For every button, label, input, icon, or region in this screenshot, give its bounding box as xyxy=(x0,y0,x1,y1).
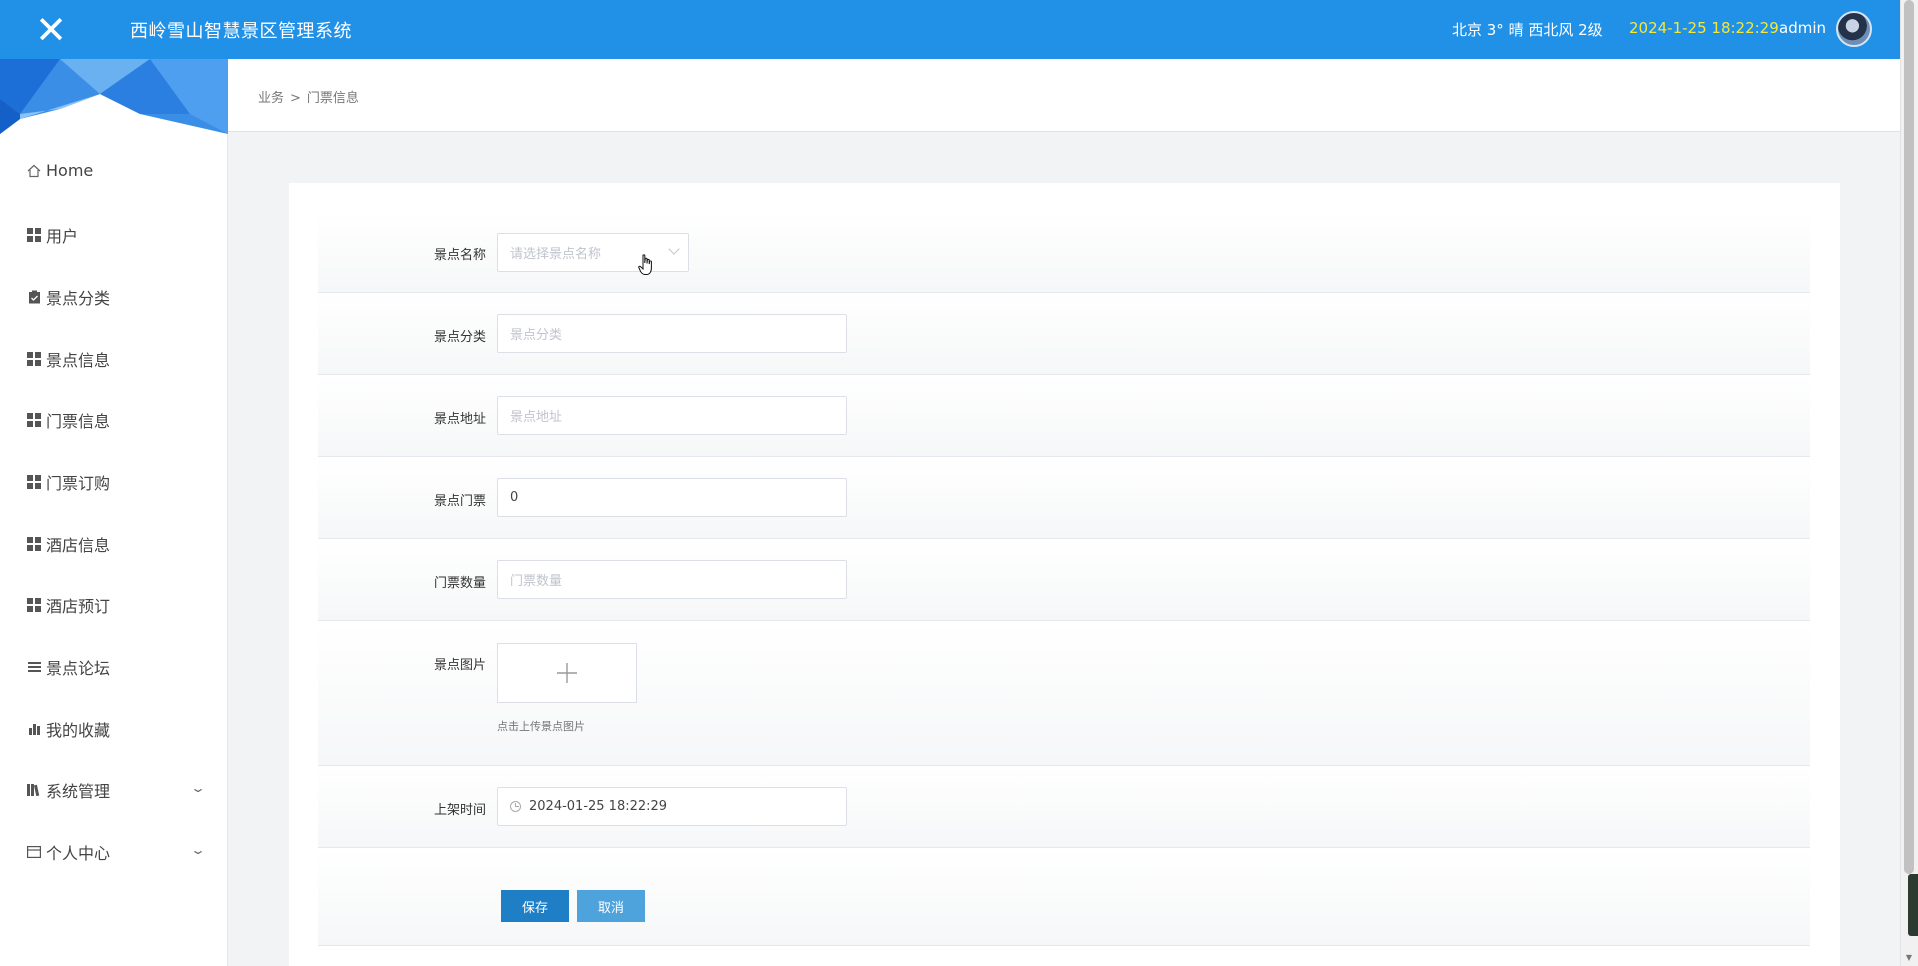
scenic-name-placeholder: 请选择景点名称 xyxy=(510,247,602,262)
sidebar-banner-image xyxy=(0,59,228,134)
avatar[interactable] xyxy=(1836,11,1872,47)
form-row-ticket-quantity: 门票数量 门票数量 xyxy=(318,539,1810,621)
sidebar-item-label: 用户 xyxy=(46,227,79,246)
sidebar-item-label: Home xyxy=(46,161,94,180)
sidebar-item-label: 酒店信息 xyxy=(46,536,111,555)
top-header: ✕ 西岭雪山智慧景区管理系统 北京 3° 晴 西北风 2级 2024-1-25 … xyxy=(0,0,1900,59)
form-row-actions: 保存 取消 xyxy=(318,848,1810,946)
scenic-name-select[interactable]: 请选择景点名称 xyxy=(497,233,689,272)
breadcrumb-parent[interactable]: 业务 xyxy=(258,91,284,106)
scenic-category-label: 景点分类 xyxy=(433,330,486,345)
sidebar-item-personal-center[interactable]: 个人中心 xyxy=(26,840,110,864)
sidebar-item-label: 系统管理 xyxy=(46,782,111,801)
scenic-address-input[interactable]: 景点地址 xyxy=(497,396,847,435)
sidebar-item-label: 景点分类 xyxy=(46,289,111,308)
ticket-quantity-label: 门票数量 xyxy=(433,576,486,591)
header-datetime: 2024-1-25 18:22:29 xyxy=(1629,19,1779,37)
bar-chart-icon xyxy=(26,721,42,737)
scenic-category-input[interactable]: 景点分类 xyxy=(497,314,847,353)
scenic-address-placeholder: 景点地址 xyxy=(510,410,563,425)
sidebar-item-label: 我的收藏 xyxy=(46,721,111,740)
sidebar-item-forum[interactable]: 景点论坛 xyxy=(26,655,110,679)
sidebar-item-hotel-info[interactable]: 酒店信息 xyxy=(26,532,110,556)
sidebar-item-scenic-info[interactable]: 景点信息 xyxy=(26,347,110,371)
grid-icon xyxy=(26,351,42,367)
form-row-ticket-price: 景点门票 0 xyxy=(318,457,1810,539)
sidebar-item-ticket-info[interactable]: 门票信息 xyxy=(26,408,110,432)
grid-icon xyxy=(26,474,42,490)
sidebar-item-label: 门票信息 xyxy=(46,412,111,431)
upload-tip: 点击上传景点图片 xyxy=(497,720,585,733)
chevron-down-icon[interactable]: ⌄ xyxy=(190,843,206,857)
ticket-price-label: 景点门票 xyxy=(433,494,486,509)
ticket-form-card: 景点名称 请选择景点名称 景点分类 景点分类 景点地址 景点地址 景点门票 0 … xyxy=(289,183,1840,966)
ticket-quantity-placeholder: 门票数量 xyxy=(510,574,563,589)
image-upload-button[interactable] xyxy=(497,643,637,703)
listing-time-picker[interactable]: 2024-01-25 18:22:29 xyxy=(497,787,847,826)
app-title: 西岭雪山智慧景区管理系统 xyxy=(130,21,352,42)
chevron-down-icon[interactable]: ⌄ xyxy=(190,781,206,795)
sidebar-item-ticket-order[interactable]: 门票订购 xyxy=(26,470,110,494)
grid-icon xyxy=(26,597,42,613)
breadcrumb-current: 门票信息 xyxy=(306,91,359,106)
username[interactable]: admin xyxy=(1779,19,1826,37)
form-row-scenic-image: 景点图片 点击上传景点图片 xyxy=(318,621,1810,766)
form-row-listing-time: 上架时间 2024-01-25 18:22:29 xyxy=(318,766,1810,848)
ticket-price-input[interactable]: 0 xyxy=(497,478,847,517)
scenic-name-label: 景点名称 xyxy=(433,248,486,263)
close-sidebar-button[interactable]: ✕ xyxy=(12,0,90,59)
window-icon xyxy=(26,844,42,860)
grid-icon xyxy=(26,227,42,243)
sidebar-item-label: 门票订购 xyxy=(46,474,111,493)
sidebar-item-users[interactable]: 用户 xyxy=(26,223,78,247)
sidebar-item-home[interactable]: Home xyxy=(26,161,93,180)
breadcrumb-bar: 业务 > 门票信息 xyxy=(228,59,1900,132)
scrollbar-thumb[interactable] xyxy=(1904,0,1914,874)
listing-time-label: 上架时间 xyxy=(433,803,486,818)
chevron-down-icon xyxy=(668,243,680,255)
ticket-price-value: 0 xyxy=(510,490,519,505)
grid-icon xyxy=(26,536,42,552)
list-icon xyxy=(26,659,42,675)
clock-icon xyxy=(510,801,521,812)
weather-info: 北京 3° 晴 西北风 2级 xyxy=(1452,21,1603,39)
save-button[interactable]: 保存 xyxy=(501,890,569,922)
sidebar-item-label: 酒店预订 xyxy=(46,597,111,616)
ticket-quantity-input[interactable]: 门票数量 xyxy=(497,560,847,599)
mouse-cursor-icon xyxy=(638,254,654,282)
form-row-scenic-name: 景点名称 请选择景点名称 xyxy=(318,211,1810,293)
sidebar-item-hotel-booking[interactable]: 酒店预订 xyxy=(26,593,110,617)
breadcrumb: 业务 > 门票信息 xyxy=(258,87,359,106)
cancel-button[interactable]: 取消 xyxy=(577,890,645,922)
form-row-scenic-address: 景点地址 景点地址 xyxy=(318,375,1810,457)
form-row-scenic-category: 景点分类 景点分类 xyxy=(318,293,1810,375)
home-icon xyxy=(26,163,42,179)
sidebar: Home 用户 景点分类 景点信息 门票信息 门票订购 酒店信息 酒店预订 景点… xyxy=(0,59,228,966)
breadcrumb-separator: > xyxy=(290,91,301,106)
sidebar-item-favorites[interactable]: 我的收藏 xyxy=(26,717,110,741)
listing-time-value: 2024-01-25 18:22:29 xyxy=(529,799,668,814)
scenic-category-placeholder: 景点分类 xyxy=(510,328,563,343)
scroll-down-arrow[interactable]: ▼ xyxy=(1900,948,1918,966)
scenic-image-label: 景点图片 xyxy=(433,658,486,673)
sidebar-item-scenic-category[interactable]: 景点分类 xyxy=(26,285,110,309)
scenic-address-label: 景点地址 xyxy=(433,412,486,427)
side-widget[interactable] xyxy=(1908,874,1918,936)
plus-icon xyxy=(557,663,577,683)
clipboard-icon xyxy=(26,289,42,305)
sidebar-item-system-management[interactable]: 系统管理 xyxy=(26,778,110,802)
grid-icon xyxy=(26,412,42,428)
library-icon xyxy=(26,782,42,798)
sidebar-item-label: 景点论坛 xyxy=(46,659,111,678)
sidebar-item-label: 景点信息 xyxy=(46,351,111,370)
sidebar-item-label: 个人中心 xyxy=(46,844,111,863)
